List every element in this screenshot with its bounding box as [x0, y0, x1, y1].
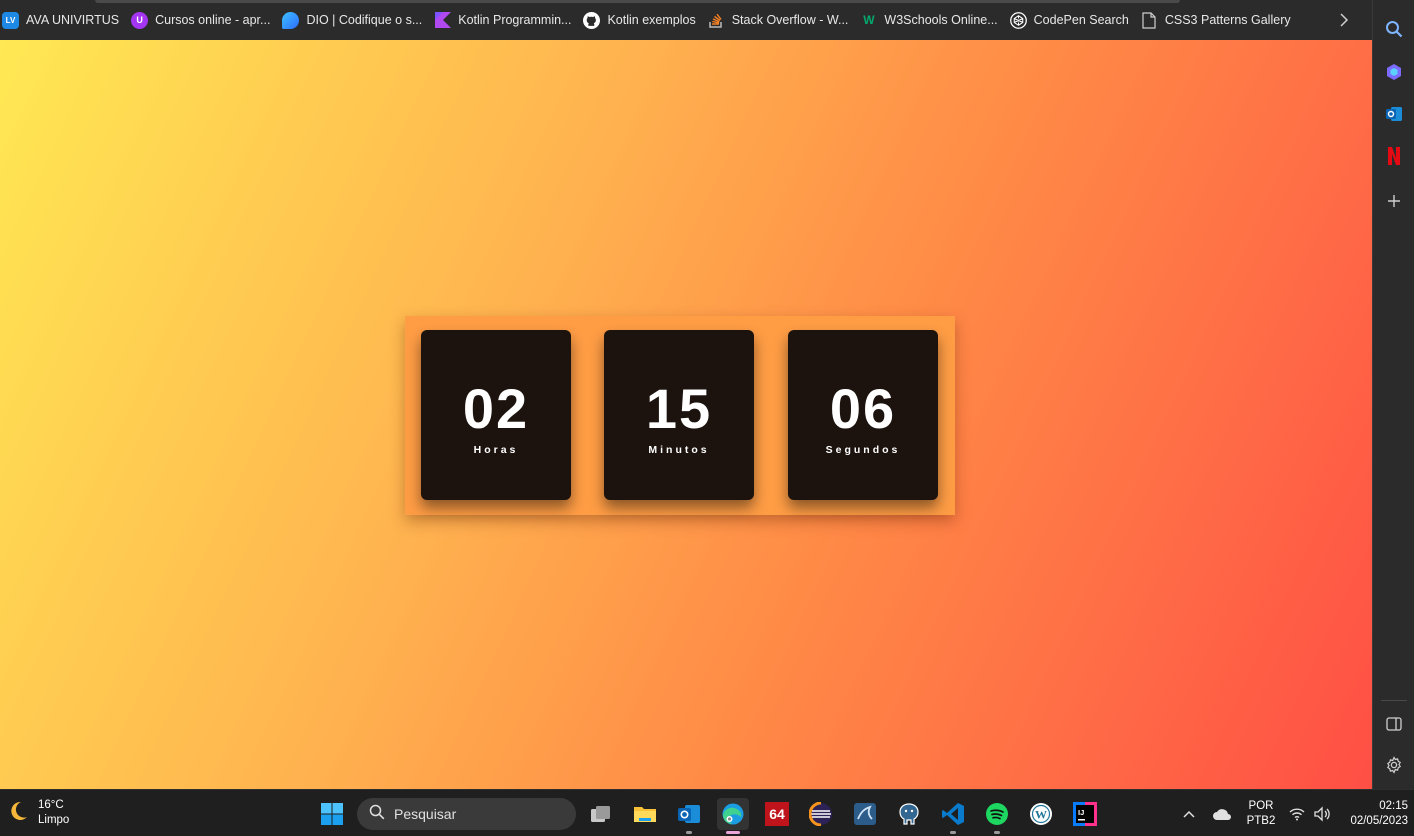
bookmark-label: Kotlin Programmin... — [458, 13, 572, 27]
split-screen-icon[interactable] — [1381, 711, 1407, 737]
weather-temp: 16°C — [38, 799, 64, 811]
bookmark-label: CSS3 Patterns Gallery — [1164, 13, 1291, 27]
search-placeholder: Pesquisar — [394, 806, 457, 822]
seconds-value: 06 — [829, 377, 897, 440]
running-indicator — [686, 831, 692, 834]
volume-icon[interactable] — [1309, 798, 1335, 830]
wordpress-icon[interactable]: W — [1025, 798, 1057, 830]
svg-text:IJ: IJ — [1078, 808, 1084, 817]
bookmark-label: Stack Overflow - W... — [731, 13, 849, 27]
eclipse-icon[interactable] — [805, 798, 837, 830]
search-icon — [369, 804, 385, 825]
outlook-icon[interactable] — [1381, 101, 1407, 127]
minutes-tile: 15 Minutos — [604, 330, 754, 500]
copilot-icon[interactable] — [1381, 59, 1407, 85]
kotlin-icon — [434, 12, 451, 29]
clock-date: 02/05/2023 — [1350, 815, 1408, 827]
seconds-label: Segundos — [825, 444, 901, 456]
bookmarks-bar: LV AVA UNIVIRTUS U Cursos online - apr..… — [0, 0, 1372, 40]
chevron-up-icon[interactable] — [1174, 798, 1204, 830]
windows-taskbar: 16°C Limpo Pesquisar 64 W IJ POR PTB2 02… — [0, 789, 1414, 836]
intellij-icon[interactable]: IJ — [1069, 798, 1101, 830]
search-icon[interactable] — [1381, 16, 1407, 42]
minutes-label: Minutos — [648, 444, 710, 456]
edge-icon[interactable] — [717, 798, 749, 834]
windows-start-icon[interactable] — [316, 798, 348, 830]
page-background: 02 Horas 15 Minutos 06 Segundos — [0, 40, 1372, 789]
postgresql-icon[interactable] — [893, 798, 925, 830]
hours-tile: 02 Horas — [421, 330, 571, 500]
udemy-icon: U — [131, 11, 149, 29]
bookmark-label: DIO | Codifique o s... — [306, 13, 423, 27]
bookmark-css3-patterns[interactable]: CSS3 Patterns Gallery — [1137, 6, 1299, 34]
taskbar-search[interactable]: Pesquisar — [357, 798, 576, 830]
outlook-icon[interactable] — [673, 798, 705, 834]
bookmark-label: AVA UNIVIRTUS — [26, 13, 120, 27]
bookmark-w3schools[interactable]: W W3Schools Online... — [856, 6, 1005, 34]
weather-text: 16°C Limpo — [38, 798, 69, 828]
countdown-clock: 02 Horas 15 Minutos 06 Segundos — [405, 316, 955, 515]
running-indicator — [994, 831, 1000, 834]
bookmark-label: W3Schools Online... — [884, 13, 998, 27]
sidebar-divider — [1381, 700, 1407, 701]
bookmark-codepen[interactable]: CodePen Search — [1006, 6, 1137, 34]
svg-text:W: W — [1035, 808, 1047, 822]
bookmark-kotlin-exemplos[interactable]: Kotlin exemplos — [579, 6, 703, 34]
running-indicator — [950, 831, 956, 834]
spotify-icon[interactable] — [981, 798, 1013, 834]
language-indicator[interactable]: POR PTB2 — [1244, 799, 1278, 829]
add-icon[interactable] — [1381, 188, 1407, 214]
lv-logo-icon: LV — [2, 11, 19, 29]
clock-time: 02:15 — [1379, 800, 1408, 812]
task-view-icon[interactable] — [585, 798, 617, 830]
svg-text:64: 64 — [769, 806, 785, 822]
seconds-tile: 06 Segundos — [788, 330, 938, 500]
active-indicator — [726, 831, 740, 834]
file-explorer-icon[interactable] — [629, 798, 661, 830]
github-icon — [583, 11, 601, 29]
settings-icon[interactable] — [1381, 752, 1407, 778]
hours-value: 02 — [462, 377, 530, 440]
mysql-workbench-icon[interactable] — [849, 798, 881, 830]
stackoverflow-icon — [708, 12, 725, 29]
page-icon — [1141, 11, 1158, 29]
edge-sidebar — [1372, 0, 1414, 789]
weather-condition: Limpo — [38, 814, 70, 826]
dosbox-icon[interactable]: 64 — [761, 798, 793, 830]
w3schools-icon: W — [863, 13, 875, 27]
hours-label: Horas — [473, 444, 519, 456]
wifi-icon[interactable] — [1284, 798, 1310, 830]
taskbar-clock[interactable]: 02:15 02/05/2023 — [1342, 799, 1408, 829]
netflix-icon[interactable] — [1381, 143, 1407, 169]
minutes-value: 15 — [645, 377, 713, 440]
bookmark-ava-univirtus[interactable]: LV AVA UNIVIRTUS — [0, 6, 127, 34]
weather-widget[interactable]: 16°C Limpo — [6, 798, 69, 828]
bookmark-label: Cursos online - apr... — [155, 13, 271, 27]
bookmark-label: Kotlin exemplos — [607, 13, 696, 27]
onedrive-cloud-icon[interactable] — [1207, 798, 1237, 830]
bookmark-kotlin[interactable]: Kotlin Programmin... — [430, 6, 579, 34]
language-line1: POR — [1248, 800, 1274, 812]
bookmark-udemy[interactable]: U Cursos online - apr... — [127, 6, 278, 34]
dio-drop-icon — [282, 11, 300, 29]
codepen-icon — [1009, 11, 1027, 29]
bookmark-dio[interactable]: DIO | Codifique o s... — [278, 6, 430, 34]
language-line2: PTB2 — [1246, 815, 1276, 827]
vscode-icon[interactable] — [937, 798, 969, 834]
chevron-right-icon[interactable] — [1334, 10, 1354, 30]
moon-icon — [6, 799, 30, 828]
bookmark-label: CodePen Search — [1033, 13, 1129, 27]
bookmark-stackoverflow[interactable]: Stack Overflow - W... — [704, 6, 857, 34]
